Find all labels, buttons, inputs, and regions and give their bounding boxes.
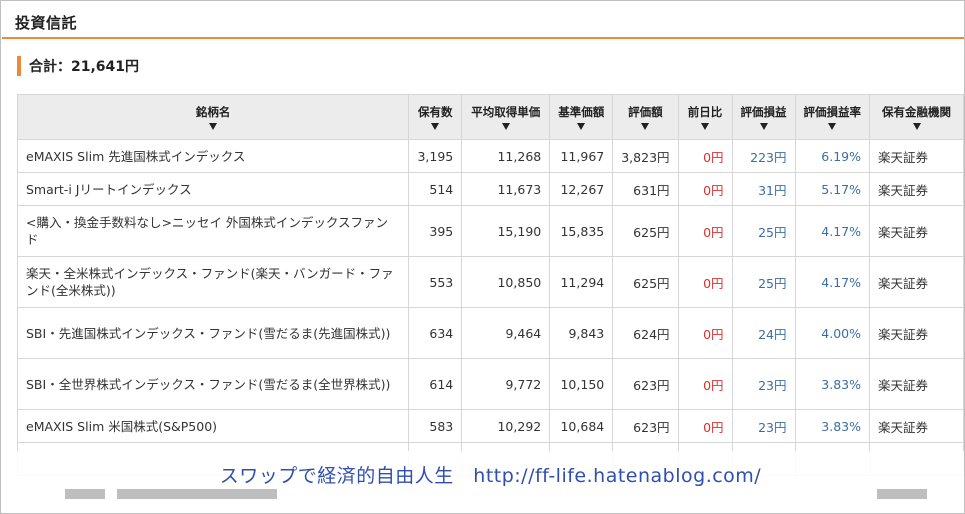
quantity-cell: 395 [408,205,463,257]
daily-change-cell: 0円 [677,172,733,206]
table-row: eMAXIS Slim 米国株式(S&P500) 583 10,292 10,6… [16,409,964,443]
profit-loss-cell: 24円 [731,307,796,359]
column-header-nav[interactable]: 基準価額 [549,94,614,140]
investment-trust-panel: 投資信託 合計：21,641円 銘柄名 保有数 平均取得単価 基準価額 評価額 … [0,0,965,514]
sort-down-arrow-icon[interactable] [501,123,510,130]
quantity-cell: 614 [408,358,463,410]
sort-down-arrow-icon[interactable] [912,123,921,130]
profit-loss-cell: 223円 [731,139,796,173]
avg-cost-cell: 11,673 [461,172,551,206]
nav-cell: 11,967 [549,139,614,173]
value-cell: 625円 [612,256,679,308]
value-cell: 3,823円 [612,139,679,173]
value-cell: 623円 [612,358,679,410]
table-row: SBI・全世界株式インデックス・ファンド(雪だるま(全世界株式)) 614 9,… [16,358,964,410]
total-summary: 合計：21,641円 [17,55,139,77]
sort-down-arrow-icon[interactable] [209,123,218,130]
profit-loss-rate-cell: 3.83% [794,358,871,410]
nav-cell: 12,267 [549,172,614,206]
value-cell: 625円 [612,205,679,257]
daily-change-cell: 0円 [677,139,733,173]
fund-name-link[interactable]: SBI・全世界株式インデックス・ファンド(雪だるま(全世界株式)) [16,358,410,410]
daily-change-cell: 0円 [677,205,733,257]
daily-change-cell: 0円 [677,409,733,443]
section-divider [2,37,964,39]
profit-loss-cell: 31円 [731,172,796,206]
avg-cost-cell: 9,464 [461,307,551,359]
table-row: 楽天・全米株式インデックス・ファンド(楽天・バンガード・ファンド(全米株式)) … [16,256,964,308]
profit-loss-rate-cell: 3.83% [794,409,871,443]
nav-cell: 15,835 [549,205,614,257]
sort-down-arrow-icon[interactable] [577,123,586,130]
column-header-quantity[interactable]: 保有数 [408,94,463,140]
total-label: 合計：21,641円 [29,59,140,75]
table-row: <購入・換金手数料なし>ニッセイ 外国株式インデックスファンド 395 15,1… [16,205,964,257]
institution-cell: 楽天証券 [869,172,964,206]
institution-cell: 楽天証券 [869,307,964,359]
quantity-cell: 553 [408,256,463,308]
sort-down-arrow-icon[interactable] [701,123,710,130]
value-cell: 623円 [612,409,679,443]
nav-cell: 9,843 [549,307,614,359]
avg-cost-cell: 10,292 [461,409,551,443]
table-row: SBI・先進国株式インデックス・ファンド(雪だるま(先進国株式)) 634 9,… [16,307,964,359]
column-header-profit-loss[interactable]: 評価損益 [731,94,796,140]
column-header-profit-loss-rate[interactable]: 評価損益率 [794,94,871,140]
quantity-cell: 3,195 [408,139,463,173]
institution-cell: 楽天証券 [869,205,964,257]
avg-cost-cell: 11,268 [461,139,551,173]
profit-loss-cell: 23円 [731,358,796,410]
nav-cell: 10,684 [549,409,614,443]
profit-loss-cell: 25円 [731,205,796,257]
quantity-cell: 634 [408,307,463,359]
column-header-institution[interactable]: 保有金融機関 [869,94,964,140]
profit-loss-rate-cell: 4.17% [794,205,871,257]
nav-cell: 11,294 [549,256,614,308]
avg-cost-cell: 10,850 [461,256,551,308]
quantity-cell: 583 [408,409,463,443]
value-cell: 631円 [612,172,679,206]
fund-name-link[interactable]: 楽天・全米株式インデックス・ファンド(楽天・バンガード・ファンド(全米株式)) [16,256,410,308]
sort-down-arrow-icon[interactable] [431,123,440,130]
avg-cost-cell: 15,190 [461,205,551,257]
daily-change-cell: 0円 [677,307,733,359]
column-header-daily-change[interactable]: 前日比 [677,94,733,140]
profit-loss-cell: 25円 [731,256,796,308]
profit-loss-rate-cell: 5.17% [794,172,871,206]
institution-cell: 楽天証券 [869,358,964,410]
institution-cell: 楽天証券 [869,409,964,443]
sort-down-arrow-icon[interactable] [828,123,837,130]
daily-change-cell: 0円 [677,256,733,308]
watermark-text: スワップで経済的自由人生 http://ff-life.hatenablog.c… [219,464,762,487]
fund-name-link[interactable]: <購入・換金手数料なし>ニッセイ 外国株式インデックスファンド [16,205,410,257]
table-header-row: 銘柄名 保有数 平均取得単価 基準価額 評価額 前日比 評価損益 評価損益率 保… [16,94,964,140]
value-cell: 624円 [612,307,679,359]
holdings-table: 銘柄名 保有数 平均取得単価 基準価額 評価額 前日比 評価損益 評価損益率 保… [16,94,964,476]
sort-down-arrow-icon[interactable] [641,123,650,130]
quantity-cell: 514 [408,172,463,206]
table-row: Smart-i Jリートインデックス 514 11,673 12,267 631… [16,172,964,206]
fund-name-link[interactable]: eMAXIS Slim 先進国株式インデックス [16,139,410,173]
fund-name-link[interactable]: SBI・先進国株式インデックス・ファンド(雪だるま(先進国株式)) [16,307,410,359]
total-accent-bar [17,56,21,76]
fund-name-link[interactable]: eMAXIS Slim 米国株式(S&P500) [16,409,410,443]
column-header-avg-cost[interactable]: 平均取得単価 [461,94,551,140]
profit-loss-rate-cell: 6.19% [794,139,871,173]
column-header-value[interactable]: 評価額 [612,94,679,140]
institution-cell: 楽天証券 [869,256,964,308]
avg-cost-cell: 9,772 [461,358,551,410]
daily-change-cell: 0円 [677,358,733,410]
profit-loss-cell: 23円 [731,409,796,443]
profit-loss-rate-cell: 4.00% [794,307,871,359]
fund-name-link[interactable]: Smart-i Jリートインデックス [16,172,410,206]
section-title: 投資信託 [15,14,78,32]
institution-cell: 楽天証券 [869,139,964,173]
sort-down-arrow-icon[interactable] [759,123,768,130]
table-row: eMAXIS Slim 先進国株式インデックス 3,195 11,268 11,… [16,139,964,173]
column-header-name[interactable]: 銘柄名 [16,94,410,140]
obscured-row-fragments [17,487,964,507]
profit-loss-rate-cell: 4.17% [794,256,871,308]
nav-cell: 10,150 [549,358,614,410]
